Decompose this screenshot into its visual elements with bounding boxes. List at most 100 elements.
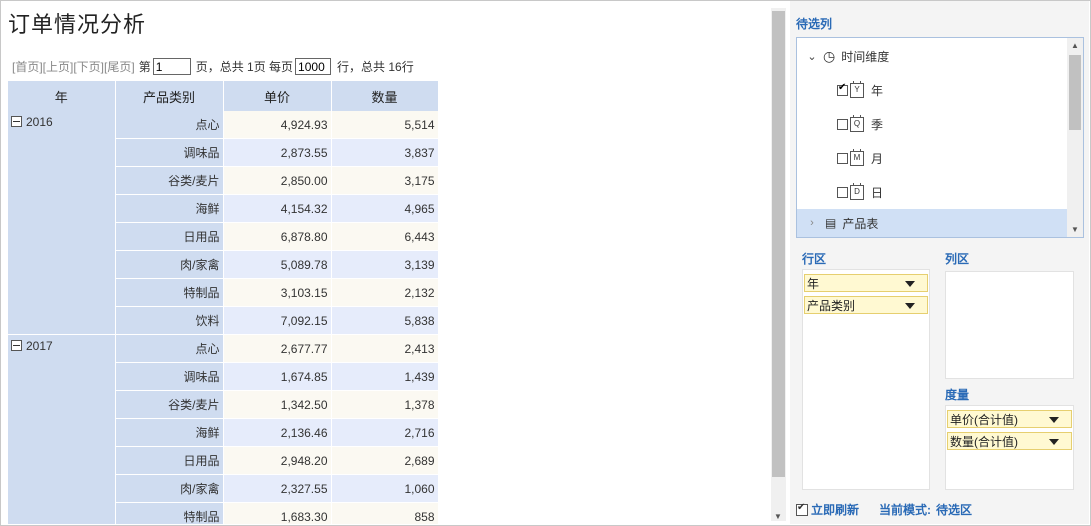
collapse-icon[interactable] [11,116,22,127]
price-cell: 6,878.80 [223,222,332,251]
table-row: 2017 点心 2,677.77 2,413 [8,334,439,524]
table-icon: ▤ [825,216,837,230]
price-cell: 2,136.46 [223,418,332,447]
pivot-body: 2016 点心 4,924.93 5,514 调味品 2,873.55 3,837 谷类/麦片… [8,111,439,524]
tree-scrollbar[interactable]: ▲ ▼ [1067,38,1083,237]
first-page-link[interactable]: [首页] [12,58,43,75]
candidates-label: 待选列 [796,17,833,31]
quantity-cell: 5,514 [331,111,439,139]
category-cell: 特制品 [115,502,224,524]
row-field-label: 年 [807,277,820,291]
mode-value: 待选区 [936,503,973,517]
collapse-icon[interactable] [11,340,22,351]
quantity-cell: 4,965 [331,194,439,223]
report-scrollbar-thumb[interactable] [772,11,785,477]
refresh-checkbox[interactable] [796,502,808,516]
tree-scrollbar-thumb[interactable] [1069,55,1081,130]
field-checkbox[interactable] [837,152,848,164]
measure-chip[interactable]: 单价(合计值) [947,410,1072,428]
report-scrollbar[interactable]: ▼ [771,8,786,521]
header-category[interactable]: 产品类别 [115,81,224,111]
header-price[interactable]: 单价 [223,81,332,111]
price-cell: 1,683.30 [223,502,332,524]
price-cell: 1,674.85 [223,362,332,391]
measure-zone[interactable]: 单价(合计值) 数量(合计值) [945,405,1074,490]
quantity-cell: 1,060 [331,474,439,503]
category-cell: 调味品 [115,362,224,391]
quantity-cell: 2,413 [331,334,439,363]
field-checkbox[interactable] [837,186,848,198]
quantity-cell: 858 [331,502,439,524]
tree-node-1[interactable]: Y年 [797,76,1067,104]
chevron-down-icon[interactable]: ⌄ [807,50,817,63]
prev-page-link[interactable]: [上页] [43,58,74,75]
next-page-link[interactable]: [下页] [73,58,104,75]
page-title: 订单情况分析 [8,12,147,37]
price-cell: 4,924.93 [223,111,332,139]
report-area: 订单情况分析 [首页] [上页] [下页] [尾页] 第 页，总共 1页 每页 … [1,1,770,524]
quantity-cell: 6,443 [331,222,439,251]
quantity-cell: 1,378 [331,390,439,419]
measure-label: 度量 [945,388,970,402]
price-cell: 4,154.32 [223,194,332,223]
clock-icon: ◷ [823,47,836,64]
column-zone[interactable] [945,271,1074,379]
field-checkbox[interactable] [837,82,848,96]
price-cell: 1,342.50 [223,390,332,419]
tree-node-label: 产品表 [842,216,879,231]
price-cell: 2,948.20 [223,446,332,475]
category-cell: 日用品 [115,446,224,475]
row-zone-label: 行区 [802,252,827,266]
price-cell: 7,092.15 [223,306,332,335]
category-cell: 点心 [115,334,224,363]
rows-info: 行，总共 16行 [337,60,414,74]
page-number-input[interactable] [152,58,191,75]
tree-node-label: 日 [871,185,884,200]
price-cell: 2,677.77 [223,334,332,363]
header-year[interactable]: 年 [8,81,116,111]
header-quantity[interactable]: 数量 [331,81,439,111]
last-page-link[interactable]: [尾页] [104,58,135,75]
quantity-cell: 3,837 [331,138,439,167]
category-cell: 谷类/麦片 [115,166,224,195]
category-cell: 特制品 [115,278,224,307]
tree-node-2[interactable]: Q季 [797,110,1067,138]
pager: [首页] [上页] [下页] [尾页] 第 页，总共 1页 每页 行，总共 16… [12,58,414,75]
calendar-icon: D [850,182,864,200]
measure-chip[interactable]: 数量(合计值) [947,432,1072,450]
scroll-down-icon[interactable]: ▼ [774,512,782,521]
field-checkbox[interactable] [837,118,848,130]
chevron-right-icon[interactable]: › [807,217,817,229]
quantity-cell: 2,132 [331,278,439,307]
tree-node-time-dimension[interactable]: ⌄ ◷ 时间维度 [797,42,1067,70]
row-zone[interactable]: 年 产品类别 [802,269,930,490]
refresh-label[interactable]: 立即刷新 [811,501,859,518]
page-info: 页，总共 1页 每页 [195,60,294,74]
tree-node-product-table[interactable]: › ▤ 产品表 [797,209,1067,237]
tree-node-3[interactable]: M月 [797,144,1067,172]
page-size-input[interactable] [295,58,332,75]
quantity-cell: 5,838 [331,306,439,335]
dropdown-arrow-icon[interactable] [905,281,915,287]
quantity-cell: 2,689 [331,446,439,475]
category-cell: 海鲜 [115,194,224,223]
tree-node-4[interactable]: D日 [797,178,1067,206]
year-label: 2016 [26,115,53,129]
scroll-down-icon[interactable]: ▼ [1071,225,1079,234]
category-cell: 饮料 [115,306,224,335]
category-cell: 肉/家禽 [115,474,224,503]
dropdown-arrow-icon[interactable] [1049,417,1059,423]
scroll-up-icon[interactable]: ▲ [1071,41,1079,50]
quantity-cell: 3,139 [331,250,439,279]
measure-label-text: 数量(合计值) [950,435,1018,449]
row-field-label: 产品类别 [807,299,856,313]
category-cell: 日用品 [115,222,224,251]
row-field-chip[interactable]: 产品类别 [804,296,928,314]
category-cell: 调味品 [115,138,224,167]
row-field-chip[interactable]: 年 [804,274,928,292]
price-cell: 2,850.00 [223,166,332,195]
dropdown-arrow-icon[interactable] [1049,439,1059,445]
category-cell: 谷类/麦片 [115,390,224,419]
panel-footer: 立即刷新 当前模式: 待选区 [796,501,972,518]
dropdown-arrow-icon[interactable] [905,303,915,309]
